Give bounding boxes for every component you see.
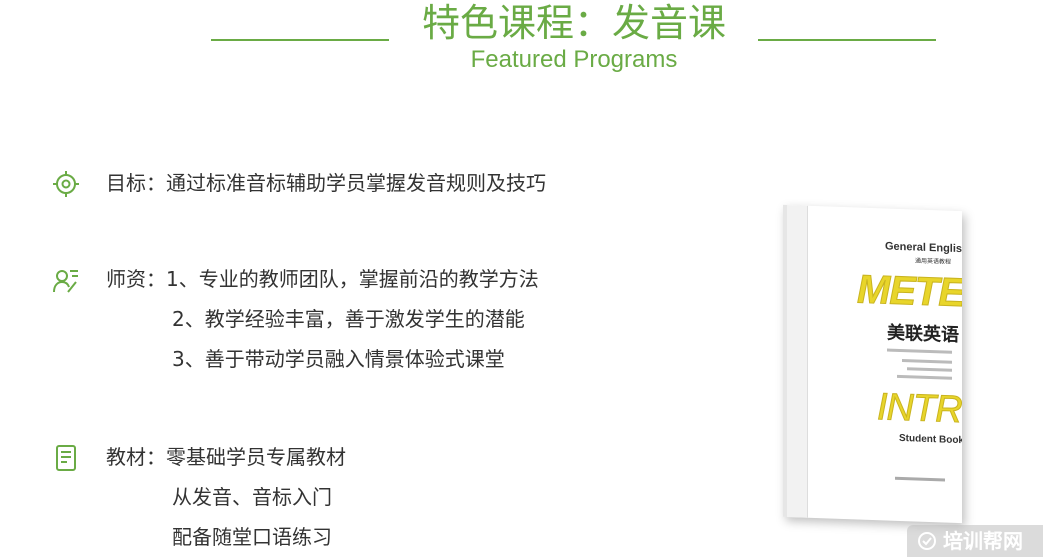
page-subtitle: Featured Programs xyxy=(470,46,678,73)
cover-brand-logo: METEN xyxy=(857,267,963,317)
teacher-icon xyxy=(53,270,78,293)
page-title: 特色课程：发音课 xyxy=(421,1,726,45)
watermark-logo-icon xyxy=(918,532,936,550)
title-divider-right xyxy=(758,39,936,41)
watermark: 培训帮网 xyxy=(907,525,1043,557)
faculty-line-1: 师资：1、专业的教师团队，掌握前沿的教学方法 xyxy=(106,267,539,291)
goal-text: 目标：通过标准音标辅助学员掌握发音规则及技巧 xyxy=(106,171,546,195)
cover-brand-zh: 美联英语 xyxy=(887,322,959,347)
cover-book-type: Student Book xyxy=(899,432,962,447)
cover-publisher xyxy=(895,476,945,482)
book-icon xyxy=(56,445,76,471)
materials-line-3: 配备随堂口语练习 xyxy=(172,525,332,549)
target-icon xyxy=(53,171,79,197)
watermark-text: 培训帮网 xyxy=(943,529,1023,553)
title-divider-left xyxy=(211,39,389,41)
cover-fineprint xyxy=(907,367,952,372)
faculty-line-3: 3、善于带动学员融入情景体验式课堂 xyxy=(172,347,505,371)
faculty-line-2: 2、教学经验丰富，善于激发学生的潜能 xyxy=(172,307,525,331)
book-spine xyxy=(787,205,808,518)
cover-level: INTRO xyxy=(877,386,963,433)
textbook-cover-image: General English 通用英语教程 METEN 美联英语 INTRO … xyxy=(783,204,963,524)
cover-fineprint xyxy=(902,359,952,364)
materials-line-1: 教材：零基础学员专属教材 xyxy=(106,445,346,469)
cover-series: General English xyxy=(885,240,962,256)
cover-fineprint xyxy=(887,348,952,354)
cover-fineprint xyxy=(897,374,952,380)
cover-series-zh: 通用英语教程 xyxy=(915,257,952,266)
materials-line-2: 从发音、音标入门 xyxy=(172,485,332,509)
